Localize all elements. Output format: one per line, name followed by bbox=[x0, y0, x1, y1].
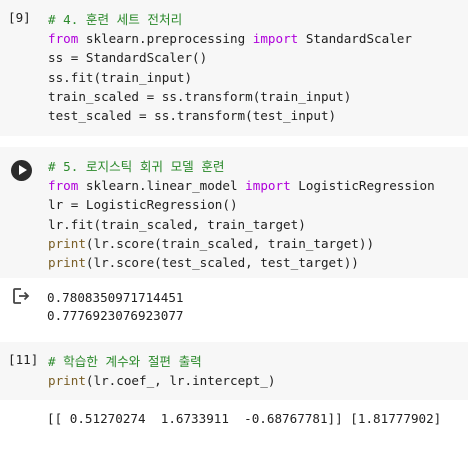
output-area-3: [[ 0.51270274 1.6733911 -0.68767781]] [1… bbox=[0, 400, 468, 440]
output-line: [[ 0.51270274 1.6733911 -0.68767781]] [1… bbox=[47, 411, 442, 426]
code-line: # 5. 로지스틱 회귀 모델 훈련 bbox=[48, 157, 435, 176]
code-editor[interactable]: # 학습한 계수와 절편 출력 print(lr.coef_, lr.interc… bbox=[48, 352, 275, 390]
code-cell-1[interactable]: [9] # 4. 훈련 세트 전처리 from sklearn.preproces… bbox=[0, 0, 468, 136]
execution-count: [11] bbox=[8, 352, 39, 367]
code-token: ss.fit(train_input) bbox=[48, 69, 193, 85]
execution-count: [9] bbox=[8, 10, 31, 25]
code-editor[interactable]: # 4. 훈련 세트 전처리 from sklearn.preprocessing… bbox=[48, 10, 412, 125]
builtin-token: print bbox=[48, 254, 86, 270]
output-line: 0.7776923076923077 bbox=[47, 307, 184, 323]
code-cell-3[interactable]: [11] # 학습한 계수와 절편 출력 print(lr.coef_, lr.i… bbox=[0, 342, 468, 400]
keyword-token: from bbox=[48, 31, 79, 47]
output-line: 0.7808350971714451 bbox=[47, 290, 184, 305]
code-line: print(lr.score(train_scaled, train_targe… bbox=[48, 234, 435, 253]
comment-token: # 4. 훈련 세트 전처리 bbox=[48, 12, 183, 27]
code-token: sklearn.preprocessing bbox=[78, 31, 253, 47]
comment-token: # 학습한 계수와 절편 출력 bbox=[48, 354, 202, 369]
keyword-token: from bbox=[48, 178, 79, 194]
code-line: from sklearn.linear_model import Logisti… bbox=[48, 176, 435, 195]
output-text: 0.7808350971714451 0.7776923076923077 bbox=[47, 289, 183, 324]
output-text: [[ 0.51270274 1.6733911 -0.68767781]] [1… bbox=[47, 410, 441, 428]
code-line: ss = StandardScaler() bbox=[48, 48, 412, 67]
code-token: (lr.score(test_scaled, test_target)) bbox=[85, 254, 359, 270]
code-token: (lr.coef_, lr.intercept_) bbox=[85, 373, 276, 389]
output-area-2: 0.7808350971714451 0.7776923076923077 bbox=[0, 282, 468, 332]
code-editor[interactable]: # 5. 로지스틱 회귀 모델 훈련 from sklearn.linear_mo… bbox=[48, 157, 435, 272]
builtin-token: print bbox=[48, 373, 86, 389]
code-line: from sklearn.preprocessing import Standa… bbox=[48, 29, 412, 48]
code-line: train_scaled = ss.transform(train_input) bbox=[48, 87, 412, 106]
code-token: (lr.score(train_scaled, train_target)) bbox=[85, 235, 375, 251]
code-line: print(lr.coef_, lr.intercept_) bbox=[48, 371, 275, 390]
comment-token: # 5. 로지스틱 회귀 모델 훈련 bbox=[48, 159, 225, 174]
code-cell-2[interactable]: # 5. 로지스틱 회귀 모델 훈련 from sklearn.linear_mo… bbox=[0, 147, 468, 278]
code-line: lr.fit(train_scaled, train_target) bbox=[48, 215, 435, 234]
code-line: test_scaled = ss.transform(test_input) bbox=[48, 106, 412, 125]
code-line: # 학습한 계수와 절편 출력 bbox=[48, 352, 275, 371]
code-line: ss.fit(train_input) bbox=[48, 68, 412, 87]
code-line: print(lr.score(test_scaled, test_target)… bbox=[48, 253, 435, 272]
code-token: ss = StandardScaler() bbox=[48, 50, 208, 66]
output-arrow-icon[interactable] bbox=[11, 286, 31, 306]
code-token: LogisticRegression bbox=[290, 178, 435, 194]
play-circle-icon[interactable] bbox=[11, 160, 32, 181]
code-token: lr.fit(train_scaled, train_target) bbox=[48, 216, 306, 232]
code-token: lr = LogisticRegression() bbox=[48, 197, 238, 213]
code-token: test_scaled = ss.transform(test_input) bbox=[48, 107, 337, 123]
keyword-token: import bbox=[245, 178, 291, 194]
code-token: StandardScaler bbox=[298, 31, 412, 47]
code-line: lr = LogisticRegression() bbox=[48, 195, 435, 214]
code-token: train_scaled = ss.transform(train_input) bbox=[48, 88, 352, 104]
builtin-token: print bbox=[48, 235, 86, 251]
keyword-token: import bbox=[252, 31, 299, 47]
code-token: sklearn.linear_model bbox=[78, 178, 246, 194]
code-line: # 4. 훈련 세트 전처리 bbox=[48, 10, 412, 29]
